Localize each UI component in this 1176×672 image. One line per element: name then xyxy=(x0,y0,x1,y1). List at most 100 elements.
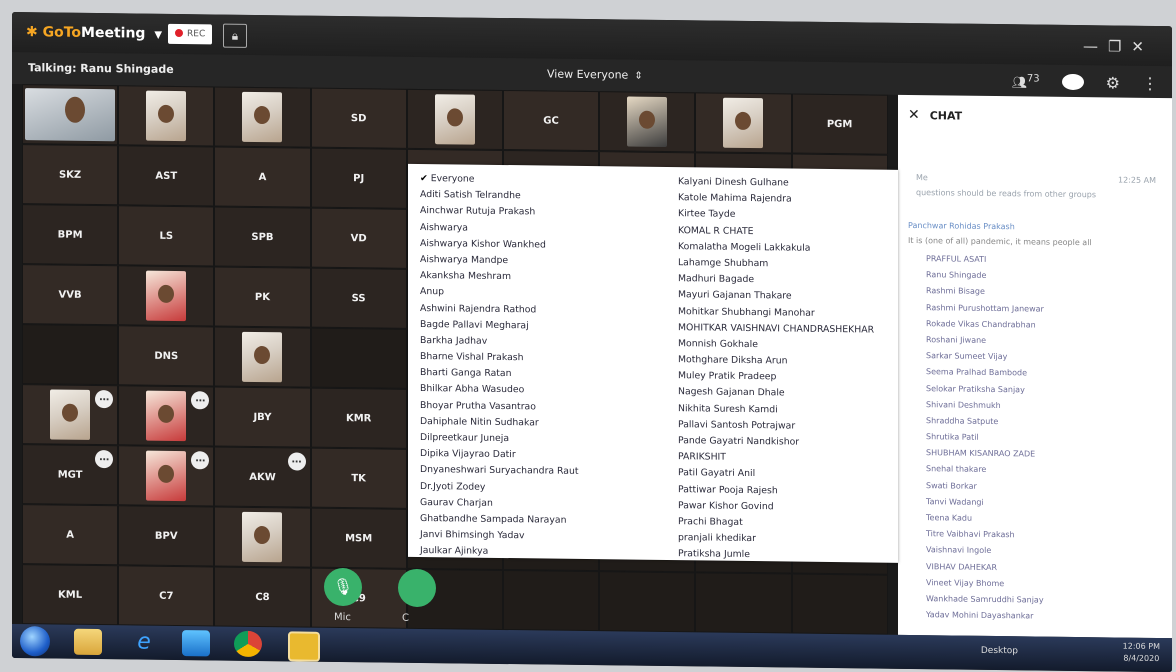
participant-tile[interactable]: GC xyxy=(502,89,600,152)
recipient-option[interactable]: Nagesh Gajanan Dhale xyxy=(678,385,874,404)
close-icon[interactable]: ✕ xyxy=(1131,38,1154,56)
recipient-option[interactable]: Wankhade Samruddhi Sanjay xyxy=(926,591,1044,609)
participant-tile[interactable] xyxy=(695,572,792,634)
participant-tile[interactable]: C8 xyxy=(214,566,311,628)
recipient-option[interactable]: Dipika Vijayrao Datir xyxy=(420,446,579,464)
minimize-icon[interactable]: — xyxy=(1083,37,1108,55)
participant-tile[interactable] xyxy=(406,88,503,150)
recipient-option[interactable]: Patil Gayatri Anil xyxy=(678,466,874,485)
participant-tile[interactable] xyxy=(695,92,792,154)
participant-tile[interactable]: MGT… xyxy=(22,444,119,506)
participant-tile[interactable] xyxy=(22,324,119,386)
lock-icon[interactable]: 🔒︎ xyxy=(223,23,247,48)
participant-tile[interactable]: AST xyxy=(118,145,215,207)
recipient-option[interactable]: Dahiphale Nitin Sudhakar xyxy=(420,414,579,432)
participant-tile[interactable]: C7 xyxy=(118,565,215,627)
participant-tile[interactable]: A xyxy=(214,146,311,208)
recipient-option[interactable]: Jaulkar Ajinkya xyxy=(420,543,579,561)
recipient-option[interactable]: Shraddha Satpute xyxy=(926,413,1044,431)
recipient-option[interactable]: Vineet Vijay Bhome xyxy=(926,575,1044,593)
recipient-option[interactable]: Snehal thakare xyxy=(926,462,1044,480)
participant-tile[interactable]: KMR xyxy=(310,387,407,449)
participant-tile[interactable]: SS xyxy=(310,267,407,329)
recipient-option[interactable]: Anup xyxy=(420,284,579,302)
participant-tile[interactable]: SD xyxy=(310,87,407,149)
participant-tile[interactable] xyxy=(791,573,888,635)
recipient-option[interactable]: Mohitkar Shubhangi Manohar xyxy=(678,304,874,323)
folder-icon[interactable] xyxy=(74,628,102,656)
participant-tile[interactable] xyxy=(214,86,311,148)
participant-tile[interactable]: SPB xyxy=(214,206,311,268)
recipient-option[interactable]: Aishwarya xyxy=(420,220,579,238)
recipient-option[interactable]: Kirtee Tayde xyxy=(678,207,874,226)
participant-tile[interactable]: KML xyxy=(22,564,119,626)
recipient-option[interactable]: Tanvi Wadangi xyxy=(926,494,1044,512)
participant-tile[interactable] xyxy=(599,91,696,153)
participant-tile[interactable] xyxy=(118,85,215,147)
recipient-option[interactable]: Pratiksha Jumle xyxy=(678,546,874,565)
recipient-option[interactable]: Teena Kadu xyxy=(926,510,1044,528)
recipient-option[interactable]: Yadav Mohini Dayashankar xyxy=(926,607,1044,625)
record-button[interactable]: REC xyxy=(168,23,212,45)
recipient-option[interactable]: Ghatbandhe Sampada Narayan xyxy=(420,511,579,529)
more-options-icon[interactable]: … xyxy=(95,390,114,409)
recipient-option[interactable]: Shivani Deshmukh xyxy=(926,397,1044,415)
recipient-option[interactable]: Bharne Vishal Prakash xyxy=(420,349,579,367)
participant-tile[interactable]: PGM xyxy=(791,93,888,155)
chrome-icon[interactable] xyxy=(234,630,262,658)
recipient-option[interactable]: Ranu Shingade xyxy=(926,267,1044,285)
recipient-option[interactable]: Roshani Jiwane xyxy=(926,332,1044,350)
participant-tile[interactable] xyxy=(502,569,600,632)
participant-tile[interactable]: AKW… xyxy=(214,446,311,508)
recipient-option[interactable]: Dilpreetkaur Juneja xyxy=(420,430,579,448)
desktop-toolbar[interactable]: Desktop xyxy=(981,646,1018,656)
participant-tile[interactable]: TK xyxy=(310,447,407,509)
participant-tile[interactable]: BPV xyxy=(118,505,215,567)
more-options-icon[interactable]: ⋮ xyxy=(1142,73,1158,92)
recipient-option[interactable]: ✔ Everyone xyxy=(420,171,579,189)
recipient-option[interactable]: Vaishnavi Ingole xyxy=(926,543,1044,561)
recipient-option[interactable]: Rokade Vikas Chandrabhan xyxy=(926,316,1044,334)
recipient-option[interactable]: Titre Vaibhavi Prakash xyxy=(926,526,1044,544)
participant-tile[interactable]: … xyxy=(118,385,215,447)
more-options-icon[interactable]: … xyxy=(191,451,210,470)
recipient-option[interactable]: Aditi Satish Telrandhe xyxy=(420,187,579,205)
recipient-option[interactable]: Bagde Pallavi Megharaj xyxy=(420,317,579,335)
recipient-option[interactable]: Mayuri Gajanan Thakare xyxy=(678,287,874,306)
attendees-button[interactable]: 👥︎73 xyxy=(1012,73,1040,89)
recipient-option[interactable]: Shrutika Patil xyxy=(926,429,1044,447)
participant-tile[interactable]: PJ xyxy=(310,147,407,209)
chat-bubble-icon[interactable] xyxy=(1061,73,1084,91)
participant-tile[interactable] xyxy=(118,265,215,327)
recipient-option[interactable]: Bhoyar Prutha Vasantrao xyxy=(420,398,579,416)
recipient-option[interactable]: Selokar Pratiksha Sanjay xyxy=(926,381,1044,399)
participant-tile[interactable]: A xyxy=(22,504,119,566)
recipient-option[interactable]: VIBHAV DAHEKAR xyxy=(926,559,1044,577)
participant-tile[interactable]: BPM xyxy=(22,204,119,266)
recipient-option[interactable]: Bhilkar Abha Wasudeo xyxy=(420,381,579,399)
recipient-option[interactable]: Dr.Jyoti Zodey xyxy=(420,479,579,497)
gotomeeting-taskbar-icon[interactable] xyxy=(288,631,320,662)
recipient-option[interactable]: Sarkar Sumeet Vijay xyxy=(926,348,1044,366)
recipient-option[interactable]: Dnyaneshwari Suryachandra Raut xyxy=(420,462,579,480)
participant-tile[interactable]: LS xyxy=(118,205,215,267)
close-chat-icon[interactable]: ✕ xyxy=(908,107,920,123)
participant-tile[interactable]: PK xyxy=(214,266,311,328)
recipient-option[interactable]: Aishwarya Mandpe xyxy=(420,252,579,270)
gear-icon[interactable]: ⚙ xyxy=(1106,73,1120,92)
system-clock[interactable]: 12:06 PM 8/4/2020 xyxy=(1123,641,1160,665)
participant-tile[interactable]: MSM xyxy=(310,507,407,569)
recipient-option[interactable]: PRAFFUL ASATI xyxy=(926,251,1044,269)
recipient-option[interactable]: SHUBHAM KISANRAO ZADE xyxy=(926,445,1044,463)
participant-tile[interactable] xyxy=(599,571,696,633)
internet-explorer-icon[interactable]: e xyxy=(130,629,158,655)
participant-tile[interactable]: … xyxy=(22,384,119,446)
recipient-option[interactable]: Bharti Ganga Ratan xyxy=(420,365,579,383)
participant-tile[interactable]: JBY xyxy=(214,386,311,448)
recipient-option[interactable]: Gaurav Charjan xyxy=(420,495,579,513)
participant-tile[interactable]: DNS xyxy=(118,325,215,387)
more-options-icon[interactable]: … xyxy=(191,391,210,410)
restore-icon[interactable]: ❐ xyxy=(1108,37,1131,55)
camera-button[interactable] xyxy=(398,568,436,608)
start-button-icon[interactable] xyxy=(20,626,50,657)
